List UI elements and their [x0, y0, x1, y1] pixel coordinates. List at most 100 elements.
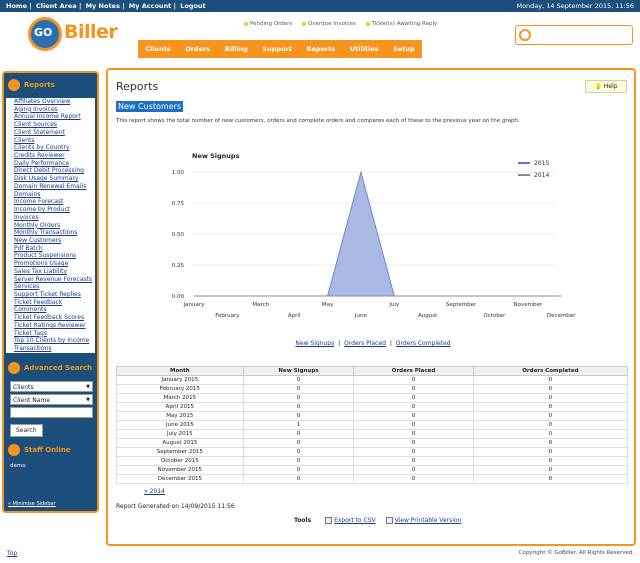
table-cell: 0 [242, 438, 355, 448]
global-search-input[interactable] [515, 25, 633, 45]
table-cell: 0 [472, 456, 629, 466]
help-button[interactable]: 💡 Help [585, 80, 627, 93]
legend-label: 2014 [534, 172, 549, 179]
report-link[interactable]: Credits Reviewer [14, 152, 95, 160]
search-text-input[interactable] [10, 406, 93, 418]
report-link[interactable]: Sales Tax Liability [14, 268, 95, 276]
minimize-sidebar-link[interactable]: « Minimise Sidebar [8, 501, 56, 507]
gobiller-logo[interactable]: GO Biller [28, 17, 128, 51]
home-link[interactable]: Home [6, 2, 27, 10]
table-cell: April 2015 [116, 402, 244, 412]
table-row: August 2015 0 0 0 [116, 438, 629, 448]
report-link[interactable]: Support Ticket Replies [14, 291, 95, 299]
report-link[interactable]: Ticket Tags [14, 330, 95, 338]
previous-year-link[interactable]: « 2014 [144, 488, 165, 495]
report-link[interactable]: Server Revenue Forecasts [14, 276, 95, 284]
table-cell: 0 [472, 465, 629, 475]
table-cell: 0 [353, 465, 474, 475]
nav-reports[interactable]: Reports [307, 45, 336, 53]
table-cell: 0 [242, 384, 355, 394]
x-tick-label: June [354, 313, 368, 319]
nav-orders[interactable]: Orders [185, 45, 210, 53]
printable-link[interactable]: View Printable Version [385, 517, 461, 524]
report-link[interactable]: Services [14, 283, 95, 291]
alert-tickets[interactable]: Ticket(s) Awaiting Reply [365, 21, 442, 27]
report-link[interactable]: Transactions [14, 345, 95, 353]
table-cell: October 2015 [116, 456, 244, 466]
report-link[interactable]: Pdf Batch [14, 245, 95, 253]
table-cell: January 2015 [116, 375, 244, 385]
main-nav: Clients Orders Billing Support Reports U… [138, 40, 422, 58]
table-cell: 0 [353, 420, 474, 430]
x-tick-label: January [183, 302, 206, 308]
report-link[interactable]: Annual Income Report [14, 113, 95, 121]
x-tick-label: November [514, 302, 543, 308]
alert-pending-orders[interactable]: Pending Orders [244, 21, 296, 27]
chart-link-orders-completed[interactable]: Orders Completed [396, 340, 451, 347]
report-link[interactable]: Domains [14, 191, 95, 199]
report-link[interactable]: Domain Renewal Emails [14, 183, 95, 191]
report-link[interactable]: Monthly Orders [14, 222, 95, 230]
report-link[interactable]: Promotions Usage [14, 260, 95, 268]
table-cell: 0 [242, 456, 355, 466]
report-link[interactable]: Clients by Country [14, 144, 95, 152]
report-link[interactable]: Client Statement [14, 129, 95, 137]
x-tick-label: March [252, 302, 269, 308]
x-tick-label: April [288, 313, 301, 319]
x-tick-label: August [418, 313, 438, 319]
table-cell: 1 [242, 420, 355, 430]
page-title: Reports [116, 80, 159, 93]
nav-billing[interactable]: Billing [225, 45, 248, 53]
search-button[interactable]: Search [10, 423, 43, 437]
table-row: February 2015 0 0 0 [116, 384, 629, 394]
top-link[interactable]: Top [7, 550, 17, 557]
chart-link-orders-placed[interactable]: Orders Placed [344, 340, 386, 347]
x-tick-label: September [446, 302, 477, 308]
report-link[interactable]: Ticket Feedback Scores [14, 314, 95, 322]
chart-title: New Signups [192, 152, 240, 160]
chart-link-new-signups[interactable]: New Signups [295, 340, 334, 347]
report-link[interactable]: Ticket Ratings Reviewer [14, 322, 95, 330]
logo-go: GO [34, 26, 53, 39]
table-cell: 0 [242, 447, 355, 457]
client-area-link[interactable]: Client Area [36, 2, 77, 10]
report-link[interactable]: Monthly Transactions [14, 229, 95, 237]
table-cell: 0 [353, 393, 474, 403]
report-link[interactable]: Disk Usage Summary [14, 175, 95, 183]
th-orders-completed: Orders Completed [472, 366, 629, 376]
report-link[interactable]: Ticket Feedback Comments [14, 299, 95, 314]
bullet-icon [365, 21, 370, 26]
export-csv-link[interactable]: Export to CSV [325, 517, 376, 524]
search-type-select[interactable]: Clients ▼ [10, 380, 93, 392]
nav-clients[interactable]: Clients [145, 45, 170, 53]
report-link[interactable]: Product Suspensions [14, 252, 95, 260]
my-account-link[interactable]: My Account [129, 2, 172, 10]
table-cell: 0 [353, 375, 474, 385]
report-link[interactable]: Income by Product [14, 206, 95, 214]
report-link[interactable]: Invoices [14, 214, 95, 222]
table-cell: 0 [353, 402, 474, 412]
th-orders-placed: Orders Placed [353, 366, 474, 376]
nav-support[interactable]: Support [262, 45, 291, 53]
alert-overdue-invoices[interactable]: Overdue Invoices [301, 21, 360, 27]
nav-setup[interactable]: Setup [393, 45, 414, 53]
search-field-select[interactable]: Client Name ▼ [10, 393, 93, 405]
report-link[interactable]: Clients [14, 137, 95, 145]
report-link[interactable]: Top 10 Clients by Income [14, 337, 95, 345]
report-link[interactable]: Direct Debit Processing [14, 167, 95, 175]
report-title: New Customers [116, 101, 184, 112]
table-cell: 0 [472, 474, 629, 484]
report-link[interactable]: New Customers [14, 237, 95, 245]
report-link[interactable]: Aging Invoices [14, 106, 95, 114]
report-link[interactable]: Income Forecast [14, 198, 95, 206]
legend-label: 2015 [534, 160, 549, 167]
table-cell: 0 [472, 393, 629, 403]
logout-link[interactable]: Logout [180, 2, 205, 10]
chevron-down-icon: ▼ [86, 396, 90, 403]
my-notes-link[interactable]: My Notes [86, 2, 120, 10]
report-link[interactable]: Client Sources [14, 121, 95, 129]
content-panel: Reports 💡 Help New Customers This report… [106, 68, 636, 546]
nav-utilities[interactable]: Utilities [350, 45, 379, 53]
report-link[interactable]: Affiliates Overview [14, 98, 95, 106]
report-link[interactable]: Daily Performance [14, 160, 95, 168]
